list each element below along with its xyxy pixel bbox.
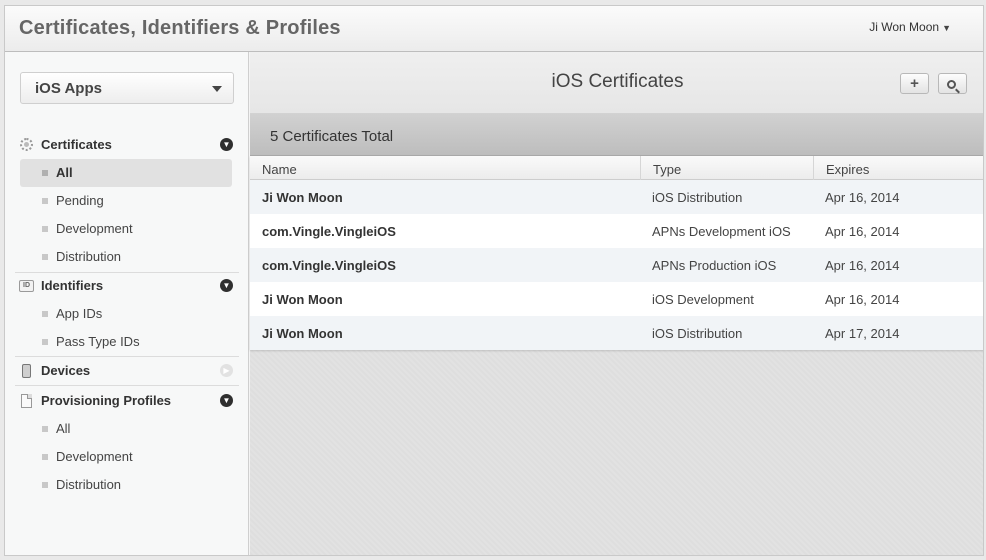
cell-name: Ji Won Moon	[262, 326, 343, 341]
collapse-icon[interactable]: ▼	[220, 279, 233, 292]
platform-select[interactable]: iOS Apps	[20, 72, 234, 104]
cell-name: com.Vingle.VingleiOS	[262, 258, 396, 273]
cell-expires: Apr 17, 2014	[825, 326, 900, 341]
section-provisioning-profiles[interactable]: Provisioning Profiles ▼	[5, 387, 249, 415]
dropdown-arrow-icon	[212, 86, 222, 92]
sidebar-item-profiles-all[interactable]: All	[20, 415, 232, 443]
table-row[interactable]: com.Vingle.VingleiOS APNs Development iO…	[250, 214, 983, 248]
id-icon: ID	[19, 278, 34, 293]
app-title: Certificates, Identifiers & Profiles	[19, 17, 341, 39]
search-button[interactable]	[938, 73, 967, 94]
column-header-type[interactable]: Type	[640, 156, 813, 180]
sidebar-item-certificates-distribution[interactable]: Distribution	[20, 243, 232, 271]
certificates-table: Name Type Expires Ji Won Moon iOS Distri…	[250, 156, 983, 350]
cell-name: Ji Won Moon	[262, 292, 343, 307]
divider	[15, 385, 239, 386]
section-provisioning-label: Provisioning Profiles	[41, 393, 172, 408]
bullet-icon	[42, 170, 48, 176]
table-body: Ji Won Moon iOS Distribution Apr 16, 201…	[250, 180, 983, 350]
sidebar-item-label: All	[56, 165, 73, 180]
collapse-icon[interactable]: ▼	[220, 394, 233, 407]
bullet-icon	[42, 454, 48, 460]
bullet-icon	[42, 254, 48, 260]
bullet-icon	[42, 311, 48, 317]
sidebar-item-label: All	[56, 421, 71, 436]
cell-expires: Apr 16, 2014	[825, 224, 900, 239]
cell-type: iOS Distribution	[652, 190, 743, 205]
cell-expires: Apr 16, 2014	[825, 190, 900, 205]
add-button[interactable]: +	[900, 73, 929, 94]
bullet-icon	[42, 426, 48, 432]
table-row[interactable]: Ji Won Moon iOS Distribution Apr 16, 201…	[250, 180, 983, 214]
caret-down-icon: ▼	[942, 23, 951, 33]
page-title: iOS Certificates	[551, 71, 684, 92]
sidebar-item-profiles-distribution[interactable]: Distribution	[20, 471, 232, 499]
platform-select-value: iOS Apps	[35, 80, 102, 97]
certificates-count: 5 Certificates Total	[270, 128, 394, 145]
bullet-icon	[42, 198, 48, 204]
content-header: iOS Certificates +	[250, 52, 983, 114]
user-menu[interactable]: Ji Won Moon ▼	[869, 20, 951, 34]
cell-type: iOS Distribution	[652, 326, 743, 341]
collapse-icon[interactable]: ▼	[220, 138, 233, 151]
section-devices[interactable]: Devices ▶	[5, 357, 249, 385]
cell-expires: Apr 16, 2014	[825, 292, 900, 307]
sidebar-item-app-ids[interactable]: App IDs	[20, 300, 232, 328]
app-window: Certificates, Identifiers & Profiles Ji …	[4, 5, 984, 556]
cell-type: APNs Production iOS	[652, 258, 777, 273]
plus-icon: +	[910, 75, 919, 92]
top-bar: Certificates, Identifiers & Profiles Ji …	[5, 6, 983, 52]
cell-name: Ji Won Moon	[262, 190, 343, 205]
sidebar-item-certificates-all[interactable]: All	[20, 159, 232, 187]
sidebar-item-profiles-development[interactable]: Development	[20, 443, 232, 471]
sidebar-item-pass-type-ids[interactable]: Pass Type IDs	[20, 328, 232, 356]
sidebar-item-certificates-development[interactable]: Development	[20, 215, 232, 243]
chevron-right-icon[interactable]: ▶	[220, 364, 233, 377]
column-header-expires[interactable]: Expires	[813, 156, 983, 180]
sidebar-item-label: Distribution	[56, 249, 122, 264]
bullet-icon	[42, 226, 48, 232]
section-identifiers-label: Identifiers	[41, 278, 104, 293]
table-row[interactable]: Ji Won Moon iOS Distribution Apr 17, 201…	[250, 316, 983, 350]
search-icon	[947, 80, 956, 89]
cell-expires: Apr 16, 2014	[825, 258, 900, 273]
column-header-name[interactable]: Name	[250, 156, 640, 180]
sidebar-item-label: App IDs	[56, 306, 103, 321]
sidebar-item-label: Pending	[56, 193, 104, 208]
main-content: iOS Certificates + 5 Certificates Total …	[250, 52, 983, 555]
bullet-icon	[42, 482, 48, 488]
sidebar-item-label: Pass Type IDs	[56, 334, 140, 349]
sidebar-item-label: Development	[56, 449, 133, 464]
section-certificates-label: Certificates	[41, 137, 112, 152]
sidebar-item-certificates-pending[interactable]: Pending	[20, 187, 232, 215]
bullet-icon	[42, 339, 48, 345]
document-icon	[19, 393, 34, 408]
count-bar: 5 Certificates Total	[250, 114, 983, 156]
section-devices-label: Devices	[41, 363, 91, 378]
cell-type: APNs Development iOS	[652, 224, 791, 239]
table-header: Name Type Expires	[250, 156, 983, 180]
sidebar-item-label: Development	[56, 221, 133, 236]
table-row[interactable]: com.Vingle.VingleiOS APNs Production iOS…	[250, 248, 983, 282]
device-icon	[19, 363, 34, 378]
sidebar-item-label: Distribution	[56, 477, 122, 492]
certificate-icon	[19, 137, 34, 152]
table-row[interactable]: Ji Won Moon iOS Development Apr 16, 2014	[250, 282, 983, 316]
user-name: Ji Won Moon	[869, 20, 940, 34]
section-identifiers[interactable]: ID Identifiers ▼	[5, 272, 249, 300]
cell-name: com.Vingle.VingleiOS	[262, 224, 396, 239]
sidebar: iOS Apps Certificates ▼ All Pending Deve…	[5, 52, 249, 555]
section-certificates[interactable]: Certificates ▼	[5, 131, 249, 159]
cell-type: iOS Development	[652, 292, 754, 307]
